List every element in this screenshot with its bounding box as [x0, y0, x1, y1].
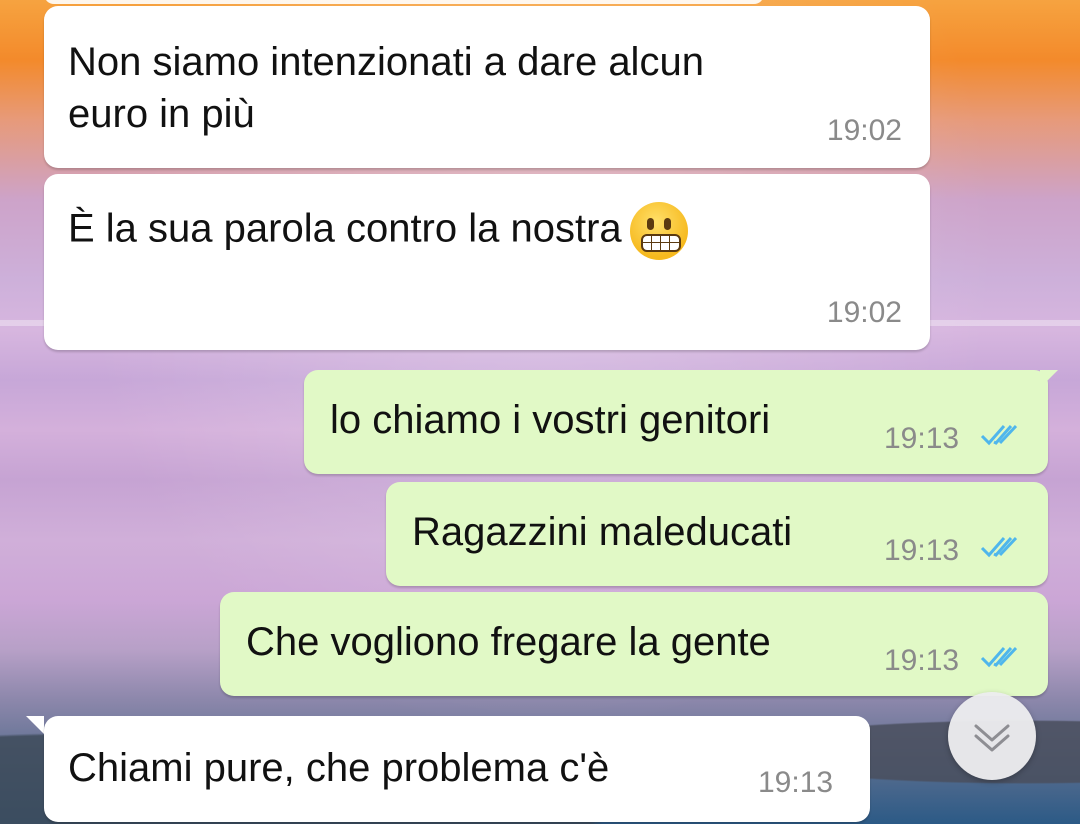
previous-message-edge: [44, 0, 764, 4]
message-text: È la sua parola contro la nostra: [68, 206, 622, 251]
grimacing-face-emoji: [629, 202, 688, 260]
read-double-check-icon: [980, 646, 1018, 668]
read-double-check-icon: [980, 424, 1018, 446]
scroll-to-bottom-button[interactable]: [948, 692, 1036, 780]
message-bubble-incoming[interactable]: Chiami pure, che problema c'è 19:13: [44, 716, 870, 822]
message-bubble-outgoing[interactable]: Ragazzini maleducati 19:13: [386, 482, 1048, 586]
message-text: euro in più: [68, 92, 255, 136]
bubble-tail: [1040, 370, 1058, 388]
bubble-tail: [26, 716, 44, 734]
message-bubble-outgoing[interactable]: Che vogliono fregare la gente 19:13: [220, 592, 1048, 696]
message-text: lo chiamo i vostri genitori: [330, 398, 771, 442]
message-bubble-outgoing[interactable]: lo chiamo i vostri genitori 19:13: [304, 370, 1048, 474]
read-double-check-icon: [980, 536, 1018, 558]
message-timestamp: 19:13: [884, 422, 960, 455]
message-timestamp: 19:13: [884, 534, 960, 567]
message-text: Non siamo intenzionati a dare alcun: [68, 40, 704, 84]
message-bubble-incoming[interactable]: È la sua parola contro la nostra 19:02: [44, 174, 930, 350]
message-timestamp: 19:13: [758, 766, 834, 799]
message-text-line: È la sua parola contro la nostra: [68, 202, 688, 260]
chevron-double-down-icon: [974, 724, 1010, 752]
message-bubble-incoming[interactable]: Non siamo intenzionati a dare alcun euro…: [44, 6, 930, 168]
message-text: Ragazzini maleducati: [412, 510, 793, 554]
message-timestamp: 19:02: [826, 296, 902, 329]
message-text: Che vogliono fregare la gente: [246, 620, 771, 664]
message-timestamp: 19:02: [826, 114, 902, 147]
message-timestamp: 19:13: [884, 644, 960, 677]
message-text: Chiami pure, che problema c'è: [68, 746, 610, 790]
